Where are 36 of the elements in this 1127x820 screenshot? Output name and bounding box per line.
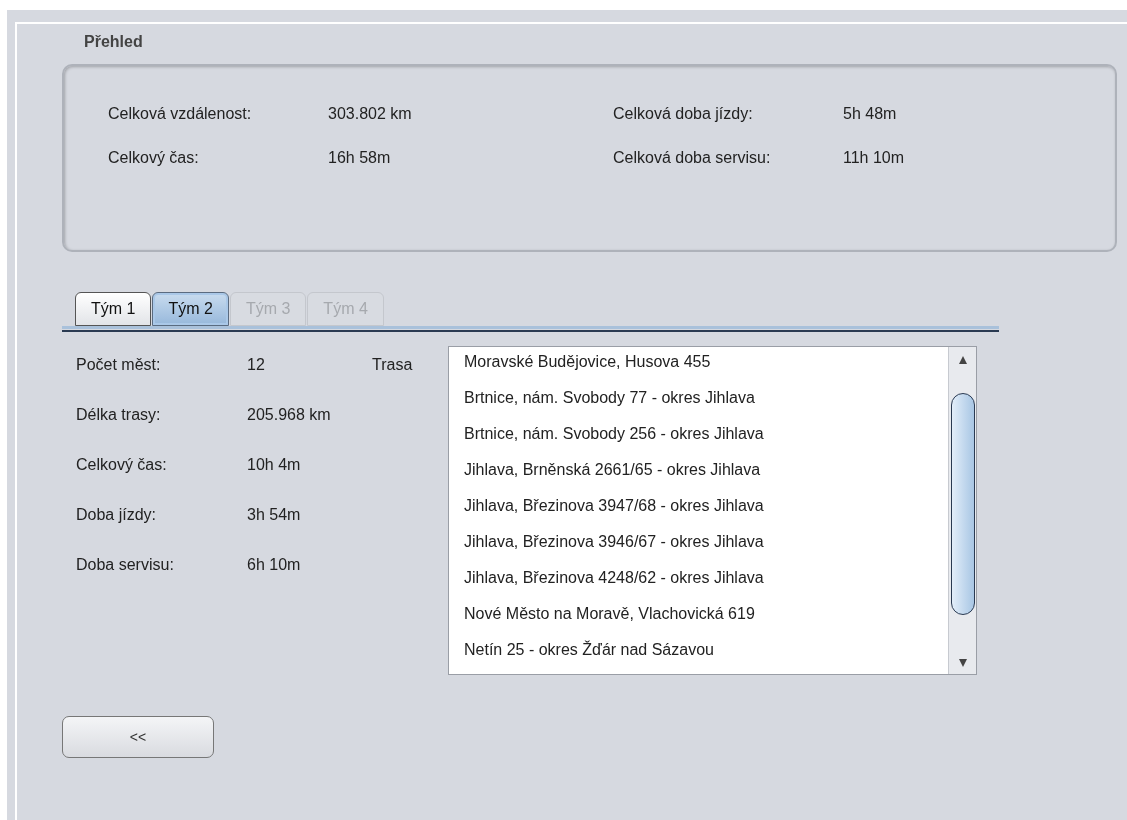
field-label: Počet měst: [76,355,162,375]
field-label: Délka trasy: [76,405,162,425]
route-item[interactable]: Netín 25 - okres Žďár nad Sázavou [464,635,948,671]
route-item[interactable]: Brtnice, nám. Svobody 77 - okres Jihlava [464,383,948,419]
field-label: Celková doba jízdy: [613,104,754,124]
route-item[interactable]: Jihlava, Březinova 3946/67 - okres Jihlava [464,527,948,563]
field-value: 16h 58m [328,148,391,168]
field-value: 5h 48m [843,104,897,124]
up-arrow-icon[interactable] [957,355,968,365]
field-value: 303.802 km [328,104,412,124]
field-value: 12 [247,355,265,375]
field-label: Doba servisu: [76,555,175,575]
field-label: Celkový čas: [108,148,200,168]
field-value: 11h 10m [843,148,905,168]
field-value: 10h 4m [247,455,301,475]
down-arrow-icon[interactable] [957,658,968,668]
tab[interactable]: Tým 2 [152,292,229,326]
field-label: Celková vzdálenost: [108,104,253,124]
scrollbar[interactable] [948,347,976,674]
field-value: 6h 10m [247,555,301,575]
route-label: Trasa [372,355,414,375]
back-button[interactable]: << [62,716,214,758]
field-label: Doba jízdy: [76,505,158,525]
field-label: Celková doba servisu: [613,148,772,168]
scrollbar-thumb[interactable] [950,393,975,615]
route-item[interactable]: Brtnice, nám. Svobody 256 - okres Jihlava [464,419,948,455]
route-item[interactable]: Moravské Budějovice, Husova 455 [464,347,948,383]
field-label: Celkový čas: [76,455,168,475]
route-item[interactable]: Jihlava, Brněnská 2661/65 - okres Jihlava [464,455,948,491]
tab[interactable]: Tým 1 [75,292,152,326]
field-value: 205.968 km [247,405,331,425]
route-item[interactable]: Jihlava, Březinova 3947/68 - okres Jihlava [464,491,948,527]
field-value: 3h 54m [247,505,301,525]
route-item[interactable]: Nové Město na Moravě, Vlachovická 619 [464,599,948,635]
section-title: Přehled [84,32,144,50]
route-item[interactable]: Jihlava, Březinova 4248/62 - okres Jihlava [464,563,948,599]
